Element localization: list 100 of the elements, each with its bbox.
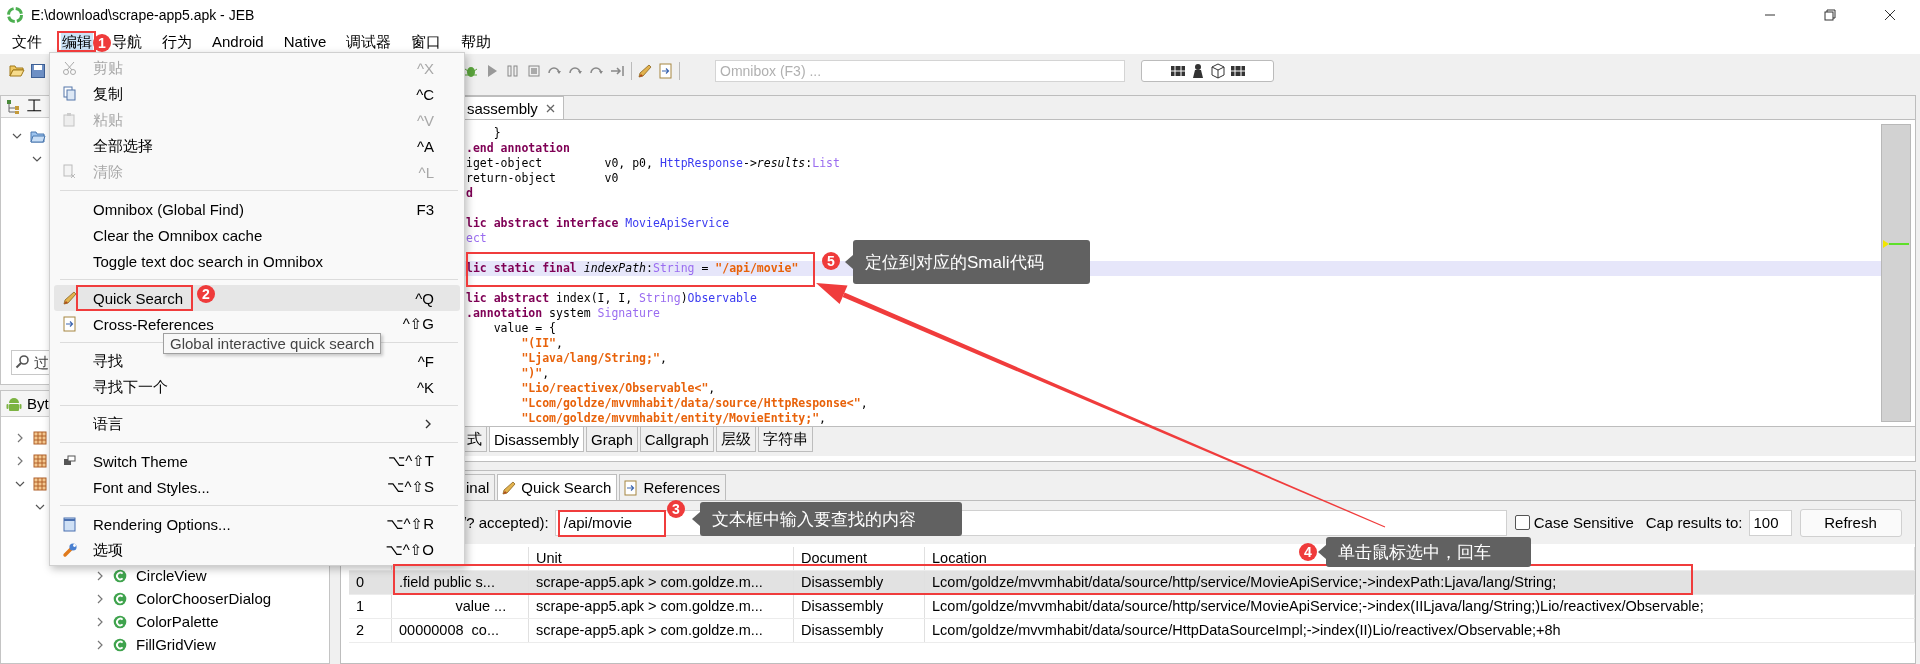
panel-tab[interactable]: References: [619, 474, 727, 500]
wrench-icon: [62, 542, 78, 558]
close-icon[interactable]: [545, 103, 555, 113]
menu-item[interactable]: Native: [282, 31, 328, 53]
table-cell[interactable]: scrape-app5.apk > com.goldze.m...: [529, 619, 794, 642]
table-cell[interactable]: Lcom/goldze/mvvmhabit/data/source/http/service/MovieApiService;->index(IILjava/lang/String;)Lio/reactivex/Observable;: [925, 595, 1915, 618]
save-icon[interactable]: [30, 63, 46, 79]
view-tab[interactable]: Callgraph: [639, 427, 714, 452]
field-label: Cap results to:: [1645, 514, 1743, 531]
menu-item[interactable]: 导航: [111, 31, 143, 53]
table-cell[interactable]: scrape-app5.apk > com.goldze.m...: [529, 595, 794, 618]
code-line: ect: [466, 231, 487, 245]
menu-item[interactable]: Android: [211, 31, 265, 53]
table-cell[interactable]: Disassembly: [794, 619, 925, 642]
menu-item[interactable]: 调试器: [345, 31, 393, 53]
code-line: "Lcom/goldze/mvvmhabit/data/source/HttpResponse<",: [520, 396, 868, 410]
callout: 文本框中输入要查找的内容: [692, 502, 962, 536]
code-line: "(II",: [520, 336, 563, 350]
callout: 单击鼠标选中，回车: [1318, 537, 1531, 567]
package-icon: [33, 453, 49, 468]
editor-tab[interactable]: sassembly: [462, 96, 564, 119]
open-folder-icon[interactable]: [9, 63, 25, 79]
tooltip: Global interactive quick search: [163, 333, 382, 354]
code-line: lic abstract interface MovieApiService: [466, 216, 730, 230]
menu-item[interactable]: 选项 ⌥^⇧O: [54, 537, 460, 563]
code-line: .end annotation: [466, 141, 570, 155]
class-icon: [113, 637, 129, 652]
menu-item[interactable]: 帮助: [460, 31, 493, 53]
refresh-button[interactable]: Refresh: [1799, 508, 1902, 537]
view-tab[interactable]: 字符串: [757, 427, 813, 452]
document-x-icon: [62, 164, 78, 180]
view-tab[interactable]: 层级: [715, 427, 756, 452]
class-icon: [113, 614, 129, 629]
menu-item[interactable]: 寻找下一个 ^K: [54, 374, 460, 400]
menu-item[interactable]: Clear the Omnibox cache: [54, 222, 460, 248]
tree-item[interactable]: CircleView: [136, 567, 207, 584]
callout: 定位到对应的Smali代码: [845, 240, 1090, 284]
code-line: iget-object v0, p0, HttpResponse->results:List: [466, 156, 840, 170]
tree-item[interactable]: ColorChooserDialog: [136, 590, 272, 607]
cap-field[interactable]: 100: [1748, 509, 1792, 536]
code-line: lic static final indexPath:String = "/api/movie": [466, 261, 799, 275]
menu-item[interactable]: 文件: [11, 31, 43, 53]
menu-item[interactable]: 窗口: [410, 31, 443, 53]
folder-icon: [30, 128, 46, 143]
column-header: Unit: [529, 547, 794, 570]
view-button-group[interactable]: [1141, 60, 1274, 82]
menu-item[interactable]: 全部选择 ^A: [54, 133, 460, 159]
brush-icon[interactable]: [637, 63, 653, 79]
package-icon: [33, 476, 49, 491]
table-cell[interactable]: 00000008 co...: [392, 619, 529, 642]
notepad-icon: [62, 516, 78, 532]
code-line: "Lio/reactivex/Observable<",: [520, 381, 716, 395]
class-icon: [113, 591, 129, 606]
arrow-to-bar-icon[interactable]: [610, 63, 626, 79]
table-cell[interactable]: 0: [349, 571, 392, 594]
code-line: value = {: [492, 321, 556, 335]
menu-item[interactable]: Toggle text doc search in Omnibox: [54, 248, 460, 274]
table-cell[interactable]: Lcom/goldze/mvvmhabit/data/source/http/service/MovieApiService;->indexPath:Ljava/lang/String;: [925, 571, 1915, 594]
clipboard-icon: [62, 112, 78, 128]
table-cell[interactable]: .field public s...: [392, 571, 529, 594]
table-cell[interactable]: Lcom/goldze/mvvmhabit/data/source/HttpDataSourceImpl;->index(II)Lio/reactivex/Observable;+8h: [925, 619, 1915, 642]
table-cell[interactable]: Disassembly: [794, 571, 925, 594]
menu-item[interactable]: Switch Theme ⌥^⇧T: [54, 448, 460, 474]
window-title: E:\download\scrape-app5.apk - JEB: [31, 7, 255, 23]
panel-tab[interactable]: Quick Search: [497, 474, 618, 500]
table-cell[interactable]: Disassembly: [794, 595, 925, 618]
class-icon: [113, 568, 129, 583]
menu-item[interactable]: Omnibox (Global Find) F3: [54, 196, 460, 222]
cube-icon: [1209, 63, 1226, 79]
table-cell[interactable]: 2: [349, 619, 392, 642]
table-cell[interactable]: 1: [349, 595, 392, 618]
code-line: lic abstract index(I, I, String)Observable: [466, 291, 757, 305]
grid-icon: [1169, 63, 1186, 79]
menu-item[interactable]: Rendering Options... ⌥^⇧R: [54, 511, 460, 537]
tree-item[interactable]: ColorPalette: [136, 613, 219, 630]
code-line: ")",: [520, 366, 550, 380]
restore-icon[interactable]: [1824, 9, 1836, 21]
code-line: }: [492, 126, 501, 140]
tree-item[interactable]: FillGridView: [136, 636, 216, 653]
menu-item[interactable]: 语言: [54, 411, 460, 437]
panel-title: Byt: [27, 395, 49, 412]
table-cell[interactable]: scrape-app5.apk > com.goldze.m...: [529, 571, 794, 594]
menu-item[interactable]: 复制 ^C: [54, 81, 460, 107]
code-line: "Ljava/lang/String;",: [520, 351, 667, 365]
code-line: "Lcom/goldze/mvvmhabit/entity/MovieEntity;",: [520, 411, 827, 425]
position-marker-icon: [1882, 239, 1910, 249]
android-icon: [6, 395, 22, 412]
view-tab[interactable]: Disassembly: [489, 427, 585, 452]
menu-item[interactable]: Font and Styles... ⌥^⇧S: [54, 474, 460, 500]
code-line: d: [466, 186, 473, 200]
close-icon[interactable]: [1884, 9, 1896, 21]
omnibox-field[interactable]: Omnibox (F3) ...: [715, 60, 1125, 82]
table-cell[interactable]: value ...: [392, 595, 529, 618]
checkbox[interactable]: [1514, 515, 1530, 530]
search-icon: [15, 354, 31, 370]
tree-icon: [6, 98, 22, 115]
brush-icon: [501, 479, 518, 496]
checkbox-label: Case Sensitive: [1533, 514, 1634, 531]
menu-item[interactable]: 行为: [161, 31, 193, 53]
view-tab[interactable]: Graph: [586, 427, 638, 452]
